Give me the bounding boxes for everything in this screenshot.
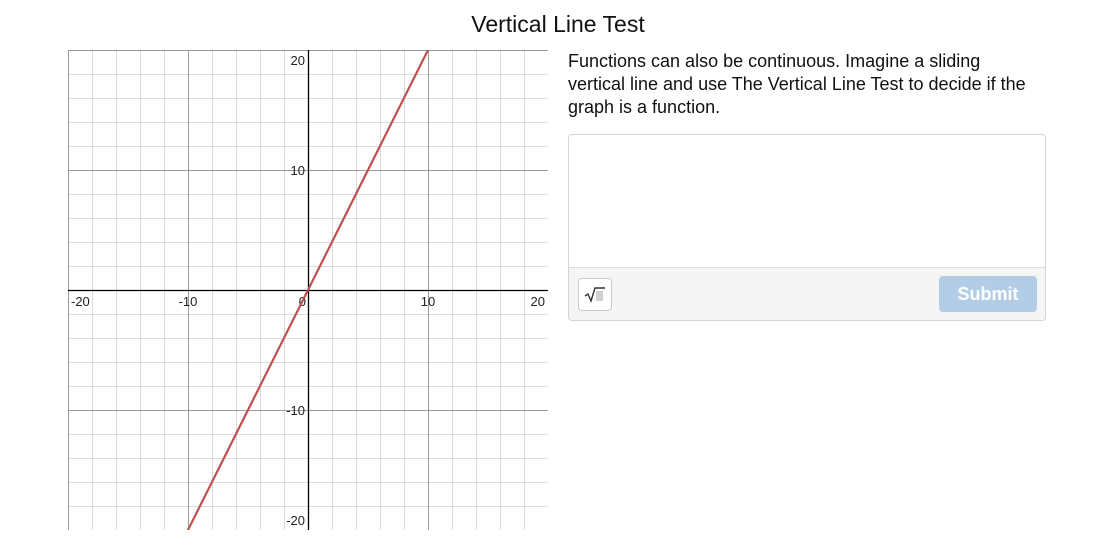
y-tick-label: -20 (286, 513, 305, 528)
x-tick-label: -20 (71, 294, 90, 309)
page-title: Vertical Line Test (471, 11, 645, 37)
square-root-icon (584, 286, 605, 303)
y-tick-label: 10 (291, 163, 305, 178)
answer-toolbar: Submit (569, 267, 1045, 320)
y-tick-label: -10 (286, 403, 305, 418)
graph-canvas: -20 -10 0 10 202010-10-20 (68, 50, 548, 530)
x-tick-label: 10 (421, 294, 435, 309)
answer-input[interactable] (569, 135, 1045, 270)
x-tick-label: 20 (531, 294, 545, 309)
y-tick-label: 20 (291, 53, 305, 68)
question-prompt: Functions can also be continuous. Imagin… (568, 51, 1026, 117)
coordinate-graph: -20 -10 0 10 20 20 10 -10 -20 (68, 50, 548, 530)
math-input-button[interactable] (578, 278, 612, 311)
submit-button[interactable]: Submit (939, 276, 1037, 312)
answer-box: Submit (568, 134, 1046, 321)
x-tick-label: -10 (179, 294, 198, 309)
